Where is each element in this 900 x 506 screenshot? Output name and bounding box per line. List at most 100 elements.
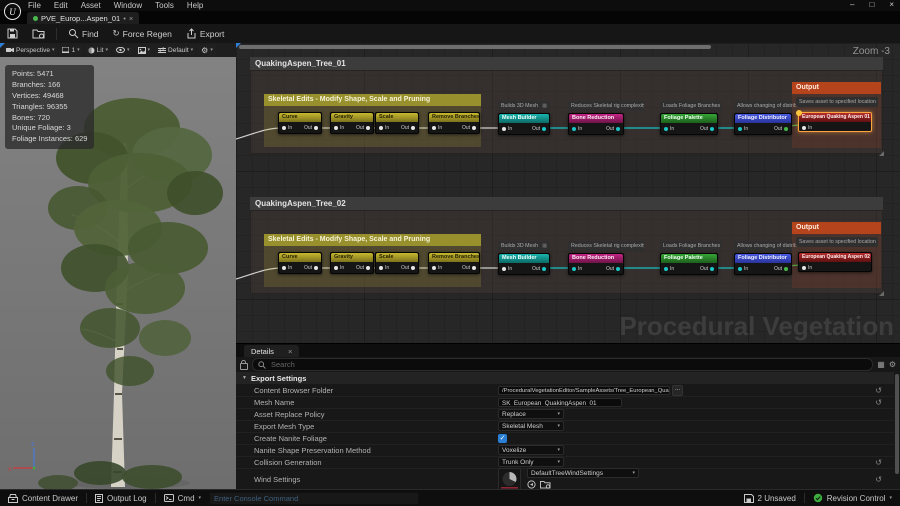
comment-builds-3d-mesh[interactable]: Builds 3D Mesh▦: [498, 101, 550, 111]
node-gravity[interactable]: Gravity InOut: [330, 252, 374, 274]
content-browser-folder-input[interactable]: /ProceduralVegetationEditor/SampleAssets…: [498, 386, 670, 395]
content-drawer-button[interactable]: Content Drawer: [0, 490, 86, 506]
node-curve[interactable]: Curve InOut: [278, 252, 322, 274]
layout-count-label: 1: [71, 47, 75, 54]
maximize-button[interactable]: □: [869, 0, 874, 9]
viewport-settings-dropdown[interactable]: ⚙ ▾: [198, 45, 216, 56]
node-foliage-distributor[interactable]: Foliage Distributor InOut: [734, 253, 792, 275]
details-scrollbar[interactable]: [895, 374, 899, 474]
console-command-input[interactable]: [209, 492, 419, 505]
minimize-button[interactable]: –: [850, 0, 854, 9]
mesh-name-input[interactable]: SK_European_QuakingAspen_01: [498, 398, 622, 407]
export-mesh-type-dropdown[interactable]: Skeletal Mesh▾: [498, 421, 564, 431]
export-button[interactable]: Export: [179, 24, 232, 43]
node-bone-reduction[interactable]: Bone Reduction InOut: [568, 113, 624, 135]
search-input[interactable]: [269, 359, 867, 370]
reset-to-default-icon[interactable]: ↺: [875, 475, 882, 484]
menu-edit[interactable]: Edit: [54, 1, 68, 10]
browse-to-asset-button[interactable]: [25, 24, 52, 43]
output-log-button[interactable]: Output Log: [87, 490, 155, 506]
details-search-box[interactable]: [252, 358, 873, 371]
menu-asset[interactable]: Asset: [81, 1, 101, 10]
viewport-screenshot-dropdown[interactable]: ▾: [135, 46, 154, 55]
node-remove-branches[interactable]: Remove Branches InOut: [428, 252, 480, 274]
asset-tab[interactable]: PVE_Europ...Aspen_01 • ×: [27, 12, 139, 24]
nanite-shape-method-dropdown[interactable]: Voxelize▾: [498, 445, 564, 455]
close-window-button[interactable]: ×: [889, 0, 894, 9]
comment-saves-asset[interactable]: Saves asset to specified location▦: [796, 97, 878, 107]
skeletal-edits-comment-title[interactable]: Skeletal Edits - Modify Shape, Scale and…: [264, 234, 481, 246]
reset-to-default-icon[interactable]: ↺: [875, 386, 882, 395]
menu-help[interactable]: Help: [187, 1, 203, 10]
frame-resize-handle[interactable]: [879, 291, 884, 296]
export-settings-section-header[interactable]: ▼ Export Settings: [236, 372, 894, 384]
cmd-dropdown[interactable]: Cmd ▾: [156, 490, 209, 506]
save-button[interactable]: [0, 24, 25, 43]
viewport-scalability-dropdown[interactable]: Default ▾: [155, 46, 196, 55]
comment-loads-foliage[interactable]: Loads Foliage Branches▦: [660, 241, 722, 251]
axis-x-label: x: [8, 466, 12, 473]
chevron-down-icon: ▾: [106, 47, 109, 53]
menu-file[interactable]: File: [28, 1, 41, 10]
comment-frame-title[interactable]: QuakingAspen_Tree_02: [250, 197, 883, 210]
wind-settings-dropdown[interactable]: DefaultTreeWindSettings▾: [527, 468, 639, 478]
force-regen-button[interactable]: ↻ Force Regen: [106, 24, 179, 43]
comment-reduces-skeletal[interactable]: Reduces Skeletal rig complexity▦: [568, 101, 644, 111]
reset-to-default-icon[interactable]: ↺: [875, 458, 882, 467]
asset-tab-bar: PVE_Europ...Aspen_01 • ×: [0, 11, 900, 24]
node-scale[interactable]: Scale InOut: [375, 252, 419, 274]
chevron-down-icon: ▾: [148, 47, 151, 53]
comment-loads-foliage[interactable]: Loads Foliage Branches▦: [660, 101, 722, 111]
tab-close-icon[interactable]: ×: [129, 14, 133, 23]
viewport-lit-mode-dropdown[interactable]: Lit ▾: [85, 46, 111, 55]
comment-reduces-skeletal[interactable]: Reduces Skeletal rig complexity▦: [568, 241, 644, 251]
output-log-icon: [95, 494, 103, 503]
menu-tools[interactable]: Tools: [155, 1, 174, 10]
node-remove-branches[interactable]: Remove Branches InOut: [428, 112, 480, 134]
node-gravity[interactable]: Gravity InOut: [330, 112, 374, 134]
node-scale[interactable]: Scale InOut: [375, 112, 419, 134]
output-comment-title[interactable]: Output: [792, 222, 881, 234]
comment-frame-title[interactable]: QuakingAspen_Tree_01: [250, 57, 883, 70]
browse-folder-ellipsis-button[interactable]: ...: [672, 385, 683, 396]
gear-icon[interactable]: ⚙: [889, 360, 896, 369]
frame-resize-handle[interactable]: [879, 151, 884, 156]
details-tab-close-icon[interactable]: ×: [288, 347, 292, 356]
wind-settings-thumbnail[interactable]: [498, 468, 521, 491]
viewport-show-flags-dropdown[interactable]: ▾: [113, 46, 133, 54]
details-tab-strip: Details ×: [236, 344, 900, 357]
details-tab[interactable]: Details ×: [244, 345, 299, 357]
lock-icon[interactable]: [240, 363, 248, 370]
viewport-layout-dropdown[interactable]: 1 ▾: [59, 46, 82, 55]
reset-to-default-icon[interactable]: ↺: [875, 398, 882, 407]
node-graph-panel[interactable]: Zoom -3 Procedural Vegetation QuakingAsp…: [236, 43, 900, 343]
node-output-aspen-02[interactable]: European Quaking Aspen 02 In: [798, 252, 872, 272]
collision-generation-dropdown[interactable]: Trunk Only▾: [498, 457, 564, 467]
comment-saves-asset[interactable]: Saves asset to specified location▦: [796, 237, 878, 247]
unsaved-assets-button[interactable]: 2 Unsaved: [736, 490, 804, 506]
skeletal-edits-comment-title[interactable]: Skeletal Edits - Modify Shape, Scale and…: [264, 94, 481, 106]
node-foliage-distributor[interactable]: Foliage Distributor InOut: [734, 113, 792, 135]
asset-tab-title: PVE_Europ...Aspen_01: [41, 14, 120, 23]
node-foliage-palette[interactable]: Foliage Palette InOut: [660, 253, 718, 275]
node-foliage-palette[interactable]: Foliage Palette InOut: [660, 113, 718, 135]
viewport-camera-mode-dropdown[interactable]: Perspective ▾: [3, 46, 57, 55]
asset-replace-policy-dropdown[interactable]: Replace▾: [498, 409, 564, 419]
display-filter-icon[interactable]: ▦: [877, 360, 885, 369]
create-nanite-foliage-checkbox[interactable]: ✓: [498, 434, 507, 443]
node-curve[interactable]: Curve InOut: [278, 112, 322, 134]
graph-horizontal-scrollbar[interactable]: [239, 45, 711, 49]
toolbar-separator: [56, 28, 57, 40]
node-mesh-builder[interactable]: Mesh Builder InOut: [498, 113, 550, 135]
node-mesh-builder[interactable]: Mesh Builder InOut: [498, 253, 550, 275]
browse-to-asset-icon[interactable]: [540, 480, 551, 489]
menu-window[interactable]: Window: [114, 1, 142, 10]
3d-viewport[interactable]: Perspective ▾ 1 ▾ Lit ▾ ▾: [0, 43, 236, 490]
use-selected-asset-icon[interactable]: [527, 480, 536, 489]
find-button[interactable]: Find: [61, 24, 106, 43]
output-comment-title[interactable]: Output: [792, 82, 881, 94]
node-output-aspen-01[interactable]: European Quaking Aspen 01 In: [798, 112, 872, 132]
node-bone-reduction[interactable]: Bone Reduction InOut: [568, 253, 624, 275]
revision-control-dropdown[interactable]: Revision Control ▾: [805, 490, 900, 506]
comment-builds-3d-mesh[interactable]: Builds 3D Mesh▦: [498, 241, 550, 251]
